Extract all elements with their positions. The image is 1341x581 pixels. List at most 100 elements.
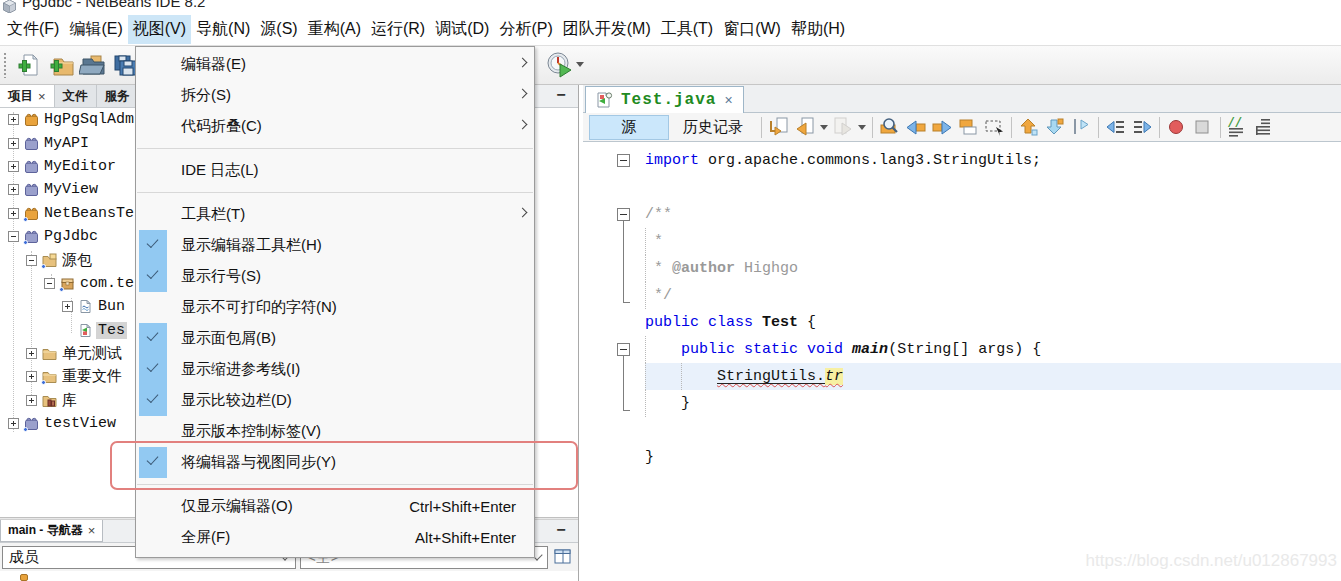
toolbar-grip[interactable] <box>3 52 7 78</box>
panel-tab[interactable]: 文件 <box>55 85 97 107</box>
menubar-item[interactable]: 视图(V) <box>128 15 191 44</box>
close-icon[interactable]: × <box>88 523 96 538</box>
view-menu-item[interactable]: 显示行号(S) <box>136 261 534 292</box>
close-icon[interactable]: × <box>38 89 46 104</box>
expand-icon[interactable] <box>62 301 73 312</box>
collapse-icon[interactable] <box>44 278 55 289</box>
menubar-item[interactable]: 运行(R) <box>366 15 430 44</box>
fold-gutter[interactable] <box>616 390 632 417</box>
uncomment-button[interactable] <box>1251 115 1277 139</box>
macro-stop-button[interactable] <box>1190 115 1216 139</box>
gutter <box>616 444 632 471</box>
view-menu-item[interactable]: 拆分(S) <box>136 80 534 111</box>
watermark: https://blog.csdn.net/u012867993 <box>1086 551 1337 571</box>
expand-icon[interactable] <box>26 371 37 382</box>
rect-select-button[interactable] <box>981 115 1007 139</box>
panel-tab[interactable]: 项目× <box>0 85 55 107</box>
module-purple-icon <box>24 159 39 174</box>
shift-left-button[interactable] <box>1103 115 1129 139</box>
expand-icon[interactable] <box>26 348 37 359</box>
fold-gutter[interactable] <box>616 255 632 282</box>
menubar-item[interactable]: 文件(F) <box>2 15 64 44</box>
expand-icon[interactable] <box>8 138 19 149</box>
fold-gutter[interactable] <box>616 228 632 255</box>
editor-tab-label: Test.java <box>621 91 716 109</box>
new-file-button[interactable] <box>13 49 45 81</box>
view-menu-item[interactable]: IDE 日志(L) <box>136 155 534 186</box>
menubar-item[interactable]: 编辑(E) <box>64 15 127 44</box>
history-view-button[interactable]: 历史记录 <box>669 115 757 140</box>
view-menu-item[interactable]: 显示编辑器工具栏(H) <box>136 230 534 261</box>
macro-record-button[interactable] <box>1164 115 1190 139</box>
fold-gutter[interactable] <box>616 336 632 363</box>
menubar-item[interactable]: 工具(T) <box>656 15 718 44</box>
view-menu-item[interactable]: 代码折叠(C) <box>136 111 534 142</box>
collapse-icon[interactable] <box>8 231 19 242</box>
caret-button[interactable] <box>818 115 830 139</box>
menu-item-label: 显示行号(S) <box>181 267 261 286</box>
code-editor[interactable]: import org.apache.commons.lang3.StringUt… <box>583 142 1341 581</box>
code-line: } <box>583 390 1341 417</box>
new-project-button[interactable] <box>45 49 77 81</box>
menubar-item[interactable]: 调试(D) <box>430 15 494 44</box>
open-project-button[interactable] <box>77 49 109 81</box>
tree-item-label: NetBeansTe <box>42 205 136 222</box>
bookmark-next-button[interactable] <box>1042 115 1068 139</box>
expand-icon[interactable] <box>26 395 37 406</box>
navigator-tab-label: main - 导航器 <box>8 522 83 539</box>
comment-button[interactable]: // <box>1225 115 1251 139</box>
fold-gutter[interactable] <box>616 282 632 309</box>
view-menu-item[interactable]: 显示不可打印的字符(N) <box>136 292 534 323</box>
minimize-navigator-button[interactable]: − <box>552 522 570 540</box>
expand-icon[interactable] <box>8 161 19 172</box>
menubar-item[interactable]: 导航(N) <box>191 15 255 44</box>
profiler-button[interactable] <box>545 50 584 78</box>
editor-tab-test-java[interactable]: Test.java × <box>585 86 744 113</box>
menu-separator <box>137 192 533 193</box>
view-menu-item[interactable]: 全屏(F)Alt+Shift+Enter <box>136 522 534 553</box>
view-menu-item[interactable]: 仅显示编辑器(O)Ctrl+Shift+Enter <box>136 491 534 522</box>
find-prev-button[interactable] <box>903 115 929 139</box>
bookmark-prev-button[interactable] <box>1016 115 1042 139</box>
back-button[interactable] <box>792 115 818 139</box>
gutter <box>616 417 632 444</box>
menubar-item[interactable]: 源(S) <box>255 15 302 44</box>
fold-gutter[interactable] <box>616 363 632 390</box>
view-menu-item[interactable]: 编辑器(E) <box>136 49 534 80</box>
expand-icon[interactable] <box>8 418 19 429</box>
view-menu-item[interactable]: 显示面包屑(B) <box>136 323 534 354</box>
module-purple-icon <box>24 416 39 431</box>
view-menu-item[interactable]: 显示缩进参考线(I) <box>136 354 534 385</box>
view-menu-item[interactable]: 工具栏(T) <box>136 199 534 230</box>
panel-tab[interactable]: 服务 <box>97 85 139 107</box>
view-menu-item[interactable]: 显示比较边栏(D) <box>136 385 534 416</box>
folder-icon <box>42 369 57 384</box>
navigator-columns-button[interactable] <box>552 546 574 568</box>
toggle-highlight-button[interactable] <box>955 115 981 139</box>
goto-last-edit-button[interactable] <box>766 115 792 139</box>
expand-icon[interactable] <box>8 184 19 195</box>
check-placeholder <box>139 155 167 186</box>
menubar-item[interactable]: 分析(P) <box>494 15 557 44</box>
navigator-tab[interactable]: main - 导航器 × <box>0 520 103 542</box>
minimize-projects-button[interactable]: − <box>552 87 570 105</box>
expand-icon[interactable] <box>8 114 19 125</box>
bookmark-toggle-button[interactable] <box>1068 115 1094 139</box>
menubar-item[interactable]: 重构(A) <box>303 15 366 44</box>
menubar-item[interactable]: 帮助(H) <box>786 15 850 44</box>
forward-button[interactable] <box>830 115 856 139</box>
menubar-item[interactable]: 团队开发(M) <box>558 15 656 44</box>
collapse-icon[interactable] <box>26 255 37 266</box>
caret-button[interactable] <box>856 115 868 139</box>
source-view-button[interactable]: 源 <box>589 115 669 140</box>
fold-gutter[interactable] <box>616 147 632 174</box>
lib-folder-icon <box>42 393 57 408</box>
find-button[interactable] <box>877 115 903 139</box>
menubar-item[interactable]: 窗口(W) <box>718 15 786 44</box>
fold-gutter[interactable] <box>616 201 632 228</box>
tree-item-label: 重要文件 <box>60 367 124 386</box>
expand-icon[interactable] <box>8 208 19 219</box>
close-icon[interactable]: × <box>724 92 732 108</box>
shift-right-button[interactable] <box>1129 115 1155 139</box>
find-next-button[interactable] <box>929 115 955 139</box>
